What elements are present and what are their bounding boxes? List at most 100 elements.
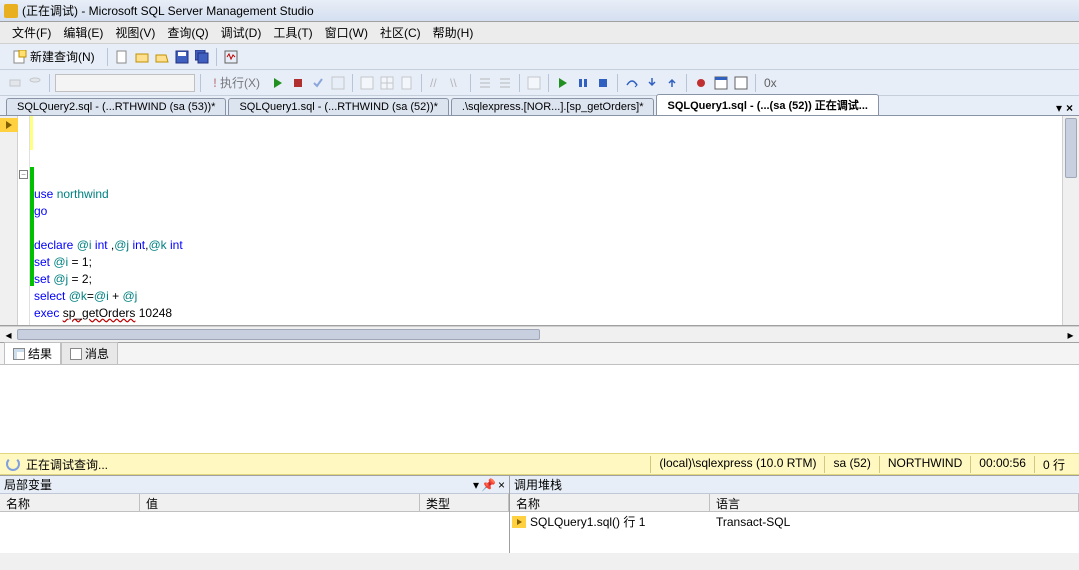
plan-button[interactable] xyxy=(329,74,347,92)
editor-hscrollbar[interactable]: ◂ ▸ xyxy=(0,326,1079,343)
new-file-button[interactable] xyxy=(113,48,131,66)
svg-text:\\: \\ xyxy=(450,76,457,90)
new-query-button[interactable]: 新建查询(N) xyxy=(6,46,102,67)
locals-body[interactable] xyxy=(0,512,509,553)
menu-view[interactable]: 视图(V) xyxy=(109,22,161,43)
specify-values-button[interactable] xyxy=(525,74,543,92)
outline-bar[interactable]: − xyxy=(18,116,30,325)
step-out-button[interactable] xyxy=(663,74,681,92)
locals-col-name[interactable]: 名称 xyxy=(0,494,140,511)
tab-debugging[interactable]: SQLQuery1.sql - (...(sa (52)) 正在调试... xyxy=(656,94,878,115)
scroll-thumb[interactable] xyxy=(1065,118,1077,178)
locals-col-value[interactable]: 值 xyxy=(140,494,420,511)
tab-query2[interactable]: SQLQuery2.sql - (...RTHWIND (sa (53))* xyxy=(6,98,226,115)
editor-gutter[interactable] xyxy=(0,116,18,325)
results-file-button[interactable] xyxy=(398,74,416,92)
indent-button[interactable] xyxy=(476,74,494,92)
hscroll-track[interactable] xyxy=(17,327,1062,342)
menu-tools[interactable]: 工具(T) xyxy=(267,22,318,43)
status-time: 00:00:56 xyxy=(970,456,1034,473)
continue-button[interactable] xyxy=(554,74,572,92)
tab-query1-52[interactable]: SQLQuery1.sql - (...RTHWIND (sa (52))* xyxy=(228,98,448,115)
change-connection-button[interactable] xyxy=(26,74,44,92)
menu-debug[interactable]: 调试(D) xyxy=(215,22,268,43)
hex-button[interactable]: 0x xyxy=(761,74,779,92)
comment-button[interactable]: // xyxy=(427,74,445,92)
breakpoints-icon xyxy=(694,76,708,90)
panel-close-button[interactable]: × xyxy=(498,478,505,492)
open-button[interactable] xyxy=(153,48,171,66)
callstack-col-name[interactable]: 名称 xyxy=(510,494,710,511)
step-into-icon xyxy=(645,77,659,89)
messages-tab[interactable]: 消息 xyxy=(61,342,118,364)
results-grid-button[interactable] xyxy=(378,74,396,92)
title-bar: (正在调试) - Microsoft SQL Server Management… xyxy=(0,0,1079,22)
scroll-right-button[interactable]: ▸ xyxy=(1062,328,1079,342)
save-all-icon xyxy=(195,50,209,64)
results-tab[interactable]: 结果 xyxy=(4,342,61,364)
menu-file[interactable]: 文件(F) xyxy=(6,22,57,43)
locals-col-type[interactable]: 类型 xyxy=(420,494,509,511)
menu-query[interactable]: 查询(Q) xyxy=(161,22,214,43)
debug-button[interactable] xyxy=(269,74,287,92)
save-button[interactable] xyxy=(173,48,191,66)
close-tab-button[interactable]: × xyxy=(1066,101,1073,115)
locals-header: 局部变量 ▾ 📌 × xyxy=(0,476,509,494)
editor-vscrollbar[interactable] xyxy=(1062,116,1079,325)
results-text-button[interactable] xyxy=(358,74,376,92)
save-all-button[interactable] xyxy=(193,48,211,66)
menu-window[interactable]: 窗口(W) xyxy=(319,22,374,43)
separator xyxy=(755,74,756,92)
menu-help[interactable]: 帮助(H) xyxy=(427,22,480,43)
immediate-icon xyxy=(734,76,748,90)
editor-text[interactable]: use northwindgo declare @i int ,@j int,@… xyxy=(30,116,1079,325)
menu-bar: 文件(F) 编辑(E) 视图(V) 查询(Q) 调试(D) 工具(T) 窗口(W… xyxy=(0,22,1079,44)
db-icon xyxy=(28,76,42,90)
panel-dropdown-button[interactable]: ▾ xyxy=(473,478,479,492)
locals-columns: 名称 值 类型 xyxy=(0,494,509,512)
hscroll-thumb[interactable] xyxy=(17,329,540,340)
tab-controls: ▾ × xyxy=(1056,101,1079,115)
activity-button[interactable] xyxy=(222,48,240,66)
collapse-toggle[interactable]: − xyxy=(19,170,28,179)
uncomment-button[interactable]: \\ xyxy=(447,74,465,92)
stop-button[interactable] xyxy=(289,74,307,92)
callstack-row[interactable]: SQLQuery1.sql() 行 1 Transact-SQL xyxy=(510,512,1079,531)
results-grid-icon xyxy=(13,348,25,360)
panel-pin-button[interactable]: 📌 xyxy=(481,478,496,492)
step-over-button[interactable] xyxy=(623,74,641,92)
stop-debug-icon xyxy=(597,77,609,89)
status-text: 正在调试查询... xyxy=(26,456,108,473)
callstack-body[interactable]: SQLQuery1.sql() 行 1 Transact-SQL xyxy=(510,512,1079,553)
status-right: (local)\sqlexpress (10.0 RTM) sa (52) NO… xyxy=(650,456,1073,473)
breakpoints-button[interactable] xyxy=(692,74,710,92)
parse-button[interactable] xyxy=(309,74,327,92)
svg-text:0x: 0x xyxy=(764,76,777,90)
bottom-panels: 局部变量 ▾ 📌 × 名称 值 类型 调用堆栈 名称 语言 SQLQuery1.… xyxy=(0,475,1079,553)
status-rows: 0 行 xyxy=(1034,456,1073,473)
callstack-col-lang[interactable]: 语言 xyxy=(710,494,1079,511)
separator xyxy=(519,74,520,92)
locals-title: 局部变量 xyxy=(4,476,52,493)
window-title: (正在调试) - Microsoft SQL Server Management… xyxy=(22,2,314,19)
separator xyxy=(470,74,471,92)
output-window-icon xyxy=(714,76,728,90)
output-button[interactable] xyxy=(712,74,730,92)
status-server: (local)\sqlexpress (10.0 RTM) xyxy=(650,456,824,473)
activity-icon xyxy=(224,50,238,64)
menu-edit[interactable]: 编辑(E) xyxy=(57,22,109,43)
comment-icon: // xyxy=(429,76,443,90)
pause-button[interactable] xyxy=(574,74,592,92)
stop-debug-button[interactable] xyxy=(594,74,612,92)
active-files-dropdown[interactable]: ▾ xyxy=(1056,101,1062,115)
tab-sp-getorders[interactable]: .\sqlexpress.[NOR...].[sp_getOrders]* xyxy=(451,98,655,115)
connect-button[interactable] xyxy=(6,74,24,92)
scroll-left-button[interactable]: ◂ xyxy=(0,328,17,342)
step-into-button[interactable] xyxy=(643,74,661,92)
menu-community[interactable]: 社区(C) xyxy=(374,22,427,43)
immediate-button[interactable] xyxy=(732,74,750,92)
grid-icon xyxy=(380,76,394,90)
new-project-button[interactable] xyxy=(133,48,151,66)
callstack-row-lang: Transact-SQL xyxy=(716,515,1077,529)
outdent-button[interactable] xyxy=(496,74,514,92)
